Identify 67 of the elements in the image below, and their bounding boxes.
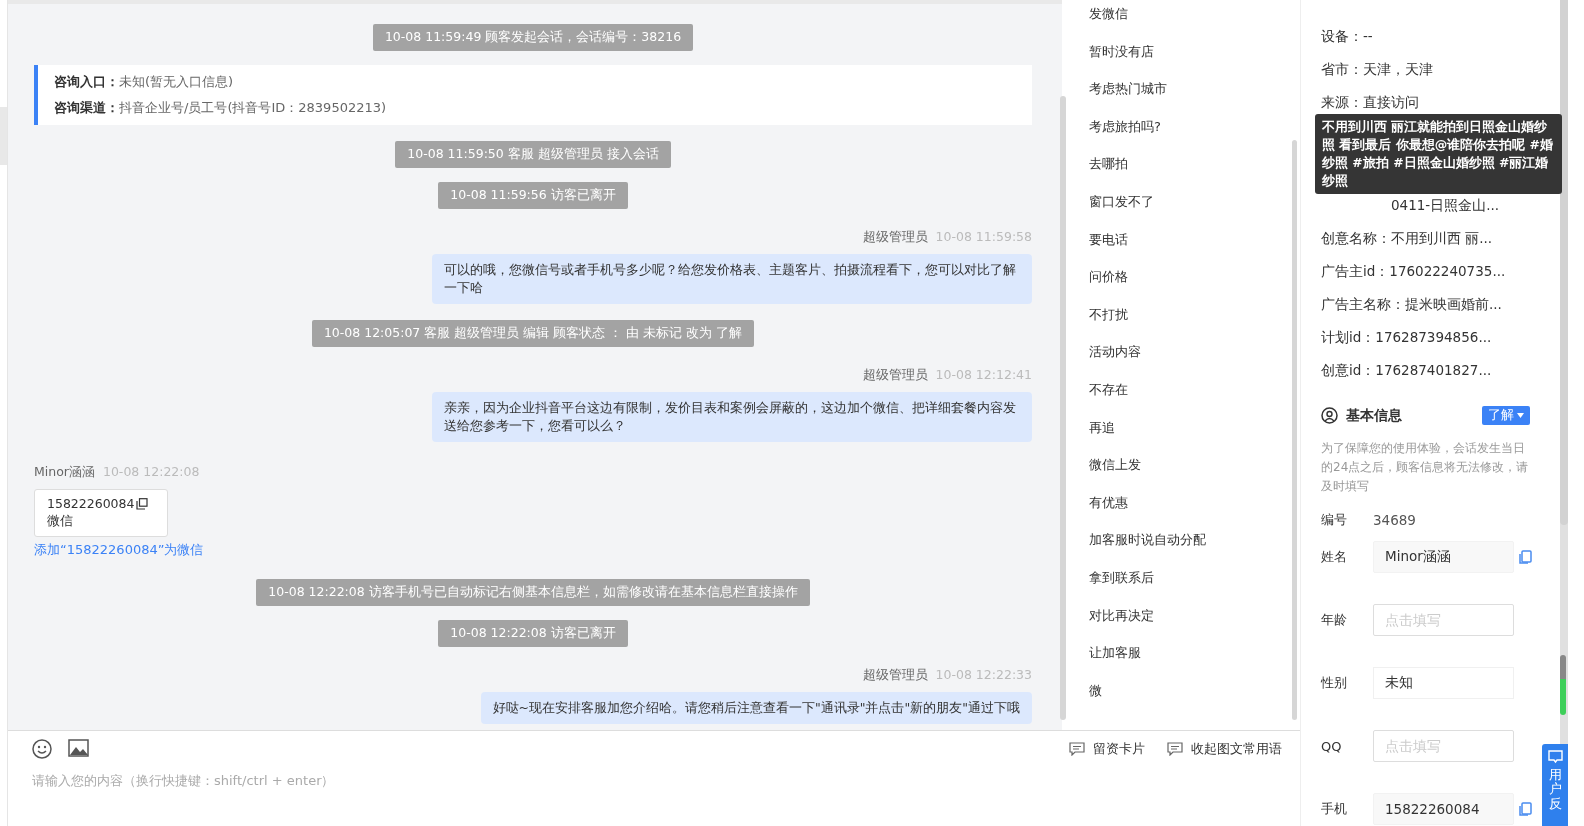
source-info-row-text: 广告主名称：提米映画婚前... — [1321, 295, 1503, 314]
system-notice: 10-08 11:59:56 访客已离开 — [438, 182, 628, 209]
quick-reply-item[interactable]: 窗口发不了 — [1089, 191, 1206, 211]
composer-action-button[interactable]: 留资卡片 — [1069, 740, 1145, 758]
quick-reply-item[interactable]: 拿到联系后 — [1089, 567, 1206, 587]
message-time: 10-08 11:59:58 — [935, 229, 1032, 246]
quick-reply-item[interactable]: 微信上发 — [1089, 455, 1206, 475]
quick-reply-item[interactable]: 加客服时说自动分配 — [1089, 530, 1206, 550]
quick-reply-item[interactable]: 去哪拍 — [1089, 154, 1206, 174]
field-label: QQ — [1321, 738, 1343, 754]
contact-number: 15822260084 — [47, 496, 135, 511]
quick-reply-item[interactable]: 发微信 — [1089, 4, 1206, 23]
sender-name: 超级管理员 — [862, 367, 928, 384]
source-info-row-text: 0411-日照金山... — [1390, 196, 1501, 215]
quick-reply-item[interactable]: 不存在 — [1089, 379, 1206, 399]
message-bubble: 亲亲，因为企业抖音平台这边有限制，发价目表和案例会屏蔽的，这边加个微信、把详细套餐内容发送给您参考一下，您看可以么？ — [432, 392, 1032, 442]
field-label: 年龄 — [1321, 611, 1348, 629]
sender-name: 超级管理员 — [862, 229, 928, 246]
quick-reply-item[interactable]: 暂时没有店 — [1089, 41, 1206, 61]
message-time: 10-08 12:22:33 — [935, 667, 1032, 684]
source-info-row-text: 广告主id：176022240735... — [1321, 262, 1507, 281]
field-label: 手机 — [1321, 800, 1348, 818]
source-info-row-text: 来源：直接访问 — [1321, 93, 1420, 112]
sender-name: 超级管理员 — [862, 667, 928, 684]
source-info-row-text: 设备：-- — [1321, 27, 1374, 46]
section-title: 基本信息 — [1346, 406, 1403, 425]
consult-info-line: 咨询渠道：抖音企业号/员工号(抖音号ID：2839502213) — [54, 99, 388, 117]
system-notice: 10-08 12:22:08 访客手机号已自动标记右侧基本信息栏，如需修改请在基本信息栏直接操作 — [256, 579, 810, 606]
quick-reply-item[interactable]: 活动内容 — [1089, 342, 1206, 362]
quick-reply-item[interactable]: 有优惠 — [1089, 492, 1206, 512]
status-dropdown[interactable]: 了解 — [1482, 406, 1530, 425]
composer-action-button[interactable]: 收起图文常用语 — [1167, 740, 1282, 758]
field-value: 34689 — [1373, 511, 1416, 528]
quick-reply-item[interactable]: 考虑热门城市 — [1089, 79, 1206, 99]
source-info-row-text: 创意id：176287401827... — [1321, 361, 1493, 380]
text-field[interactable]: 15822260084 — [1373, 793, 1514, 825]
message-time: 10-08 12:22:08 — [102, 464, 200, 481]
consult-info-line: 咨询入口：未知(暂无入口信息) — [54, 73, 235, 91]
select-field[interactable]: 未知 — [1373, 667, 1514, 699]
text-field[interactable]: Minor涵涵 — [1373, 541, 1514, 573]
quick-reply-item[interactable]: 对比再决定 — [1089, 605, 1206, 625]
quick-reply-item[interactable]: 不打扰 — [1089, 304, 1206, 324]
system-notice: 10-08 12:05:07 客服 超级管理员 编辑 顾客状态 ： 由 未标记 改为 了解 — [311, 320, 755, 347]
contact-type: 微信 — [47, 513, 74, 530]
source-info-row-text: 计划id：176287394856... — [1321, 328, 1493, 347]
system-notice: 10-08 11:59:50 客服 超级管理员 接入会话 — [395, 141, 671, 168]
sender-name: Minor涵涵 — [34, 464, 95, 481]
field-label: 性别 — [1321, 674, 1348, 692]
field-label: 编号 — [1321, 510, 1348, 529]
tooltip: 不用到川西 丽江就能拍到日照金山婚纱照 看到最后 你最想@谁陪你去拍呢 #婚纱照 #旅拍 #日照金山婚纱照 #丽江婚纱照 — [1315, 114, 1562, 194]
field-label: 姓名 — [1321, 548, 1348, 566]
source-info-row-text: 创意名称：不用到川西 丽... — [1321, 229, 1494, 248]
source-info-row-text: 省市：天津，天津 — [1321, 60, 1434, 79]
message-bubble: 好哒~现在安排客服加您介绍哈。请您稍后注意查看一下"通讯录"并点击"新的朋友"通过下哦 — [480, 692, 1032, 724]
message-time: 10-08 12:12:41 — [935, 367, 1032, 384]
system-notice: 10-08 11:59:49 顾客发起会话，会话编号：38216 — [372, 24, 694, 51]
quick-reply-item[interactable]: 问价格 — [1089, 267, 1206, 287]
notice-text: 为了保障您的使用体验，会话发生当日的24点之后，顾客信息将无法修改，请及时填写 — [1321, 440, 1530, 495]
quick-reply-item[interactable]: 考虑旅拍吗? — [1089, 116, 1206, 136]
quick-reply-item[interactable]: 再追 — [1089, 417, 1206, 437]
add-wechat-link[interactable]: 添加“15822260084”为微信 — [34, 541, 204, 559]
quick-reply-item[interactable]: 微 — [1089, 680, 1206, 700]
system-notice: 10-08 12:22:08 访客已离开 — [438, 620, 628, 647]
quick-reply-item[interactable]: 让加客服 — [1089, 643, 1206, 663]
message-bubble: 可以的哦，您微信号或者手机号多少呢？给您发价格表、主题客片、拍摄流程看下，您可以对比了解一下哈 — [432, 254, 1032, 304]
feedback-button[interactable]: 用户反 — [1542, 744, 1568, 826]
quick-reply-item[interactable]: 要电话 — [1089, 229, 1206, 249]
